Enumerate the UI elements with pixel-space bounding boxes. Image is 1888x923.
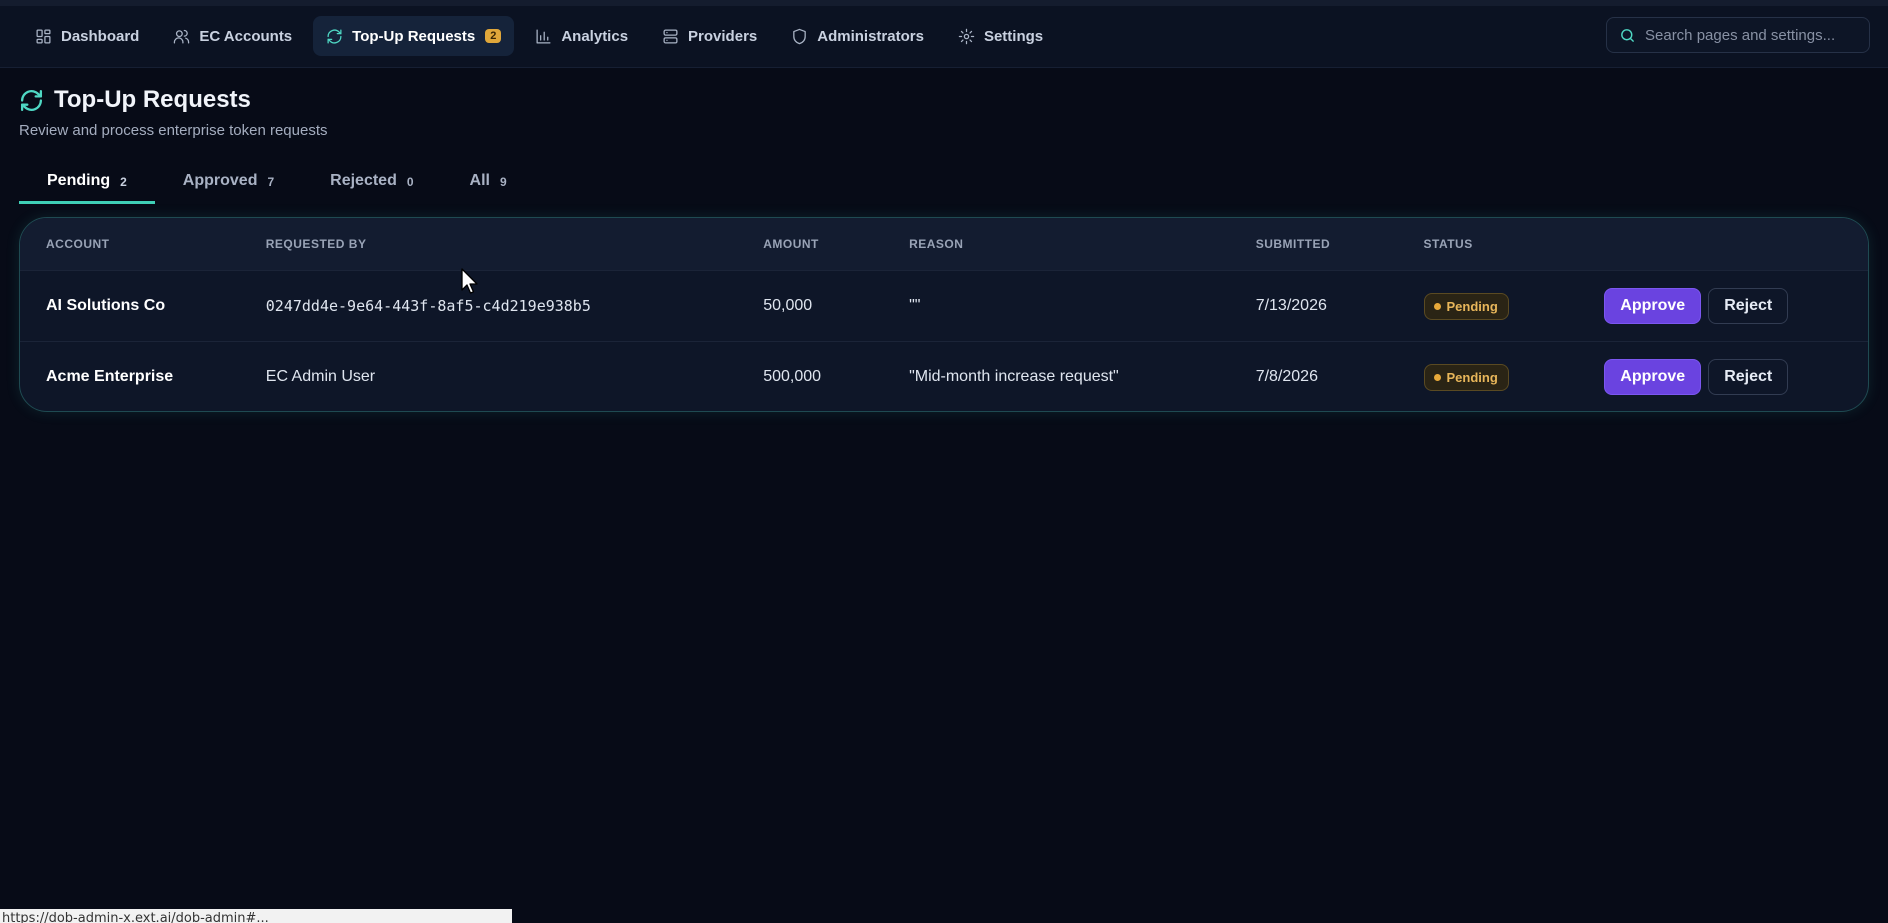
tab-label: All <box>469 172 490 189</box>
reason: "Mid-month increase request" <box>909 368 1119 385</box>
page-subtitle: Review and process enterprise token requ… <box>19 122 328 139</box>
column-header-status: STATUS <box>1423 237 1473 251</box>
users-icon <box>174 29 190 44</box>
tab-rejected[interactable]: Rejected 0 <box>302 166 441 204</box>
tab-all[interactable]: All 9 <box>442 166 535 204</box>
reason: "" <box>909 297 921 314</box>
submitted-date: 7/8/2026 <box>1255 368 1318 385</box>
table-header: ACCOUNT REQUESTED BY AMOUNT REASON SUBMI… <box>20 218 1868 270</box>
status-dot-icon <box>1433 373 1441 381</box>
tab-count: 0 <box>406 175 414 189</box>
account-name: Acme Enterprise <box>46 368 174 385</box>
nav-item-label: Top-Up Requests <box>352 27 476 45</box>
status-badge: Pending <box>1423 363 1509 391</box>
submitted-date: 7/13/2026 <box>1255 297 1327 314</box>
tab-pending[interactable]: Pending 2 <box>19 166 155 204</box>
nav-item-label: Administrators <box>817 27 924 45</box>
tab-label: Rejected <box>330 172 397 189</box>
pending-count-badge: 2 <box>485 29 502 43</box>
status-label: Pending <box>1446 298 1498 314</box>
refresh-icon <box>327 28 342 44</box>
nav-item-label: Analytics <box>561 27 629 45</box>
search-box[interactable] <box>1606 17 1870 53</box>
amount: 50,000 <box>763 297 813 314</box>
link-preview-statusbar: https://dob-admin-x.ext.ai/dob-admin#... <box>0 909 512 923</box>
tab-count: 9 <box>500 175 507 189</box>
column-header-amount: AMOUNT <box>763 237 819 251</box>
server-icon <box>663 28 678 44</box>
column-header-account: ACCOUNT <box>46 237 110 251</box>
approve-button[interactable]: Approve <box>1604 359 1702 395</box>
grid-icon <box>36 28 51 44</box>
nav-item-label: Providers <box>688 27 758 45</box>
nav-item-settings[interactable]: Settings <box>945 16 1056 56</box>
table-row: Acme Enterprise EC Admin User 500,000 "M… <box>20 341 1868 411</box>
nav-item-providers[interactable]: Providers <box>649 16 770 56</box>
requested-by: 0247dd4e-9e64-443f-8af5-c4d219e938b5 <box>265 297 591 315</box>
search-icon <box>1621 28 1634 42</box>
reject-button[interactable]: Reject <box>1708 359 1789 395</box>
tab-label: Approved <box>182 172 258 189</box>
nav-item-dashboard[interactable]: Dashboard <box>22 16 152 56</box>
nav-item-analytics[interactable]: Analytics <box>522 16 641 56</box>
page-title: Top-Up Requests <box>54 86 251 113</box>
status-tabs: Pending 2 Approved 7 Rejected 0 All 9 <box>19 166 535 204</box>
tab-label: Pending <box>47 172 111 189</box>
row-actions: Approve Reject <box>1604 359 1868 395</box>
reject-button[interactable]: Reject <box>1708 288 1789 324</box>
approve-button[interactable]: Approve <box>1604 288 1702 324</box>
shield-icon <box>793 28 807 44</box>
row-actions: Approve Reject <box>1604 288 1868 324</box>
requests-table: ACCOUNT REQUESTED BY AMOUNT REASON SUBMI… <box>19 217 1869 412</box>
status-badge: Pending <box>1423 292 1509 320</box>
amount: 500,000 <box>763 368 822 385</box>
nav-item-label: Dashboard <box>61 27 140 45</box>
tab-approved[interactable]: Approved 7 <box>155 166 302 204</box>
search-input[interactable] <box>1645 26 1845 44</box>
column-header-reason: REASON <box>909 237 964 251</box>
status-label: Pending <box>1446 369 1498 385</box>
main-nav: Dashboard EC Accounts Top-Up Requests 2 … <box>22 16 1056 56</box>
page-header: Top-Up Requests Review and process enter… <box>19 86 328 139</box>
status-dot-icon <box>1433 302 1441 310</box>
tab-count: 2 <box>120 175 127 189</box>
nav-item-administrators[interactable]: Administrators <box>778 16 937 56</box>
refresh-icon <box>20 89 43 111</box>
tab-count: 7 <box>267 175 275 189</box>
nav-item-top-up-requests[interactable]: Top-Up Requests 2 <box>313 16 515 56</box>
nav-item-ec-accounts[interactable]: EC Accounts <box>160 16 305 56</box>
column-header-submitted: SUBMITTED <box>1255 237 1331 251</box>
gear-icon <box>958 28 975 44</box>
nav-item-label: EC Accounts <box>199 27 293 45</box>
account-name: AI Solutions Co <box>46 297 166 314</box>
nav-item-label: Settings <box>983 27 1044 45</box>
mouse-cursor-icon <box>461 268 478 294</box>
table-row: AI Solutions Co 0247dd4e-9e64-443f-8af5-… <box>20 270 1868 341</box>
bar-chart-icon <box>536 28 551 44</box>
requested-by: EC Admin User <box>265 368 376 385</box>
top-navigation-bar: Dashboard EC Accounts Top-Up Requests 2 … <box>0 0 1888 68</box>
column-header-requested-by: REQUESTED BY <box>265 237 367 251</box>
